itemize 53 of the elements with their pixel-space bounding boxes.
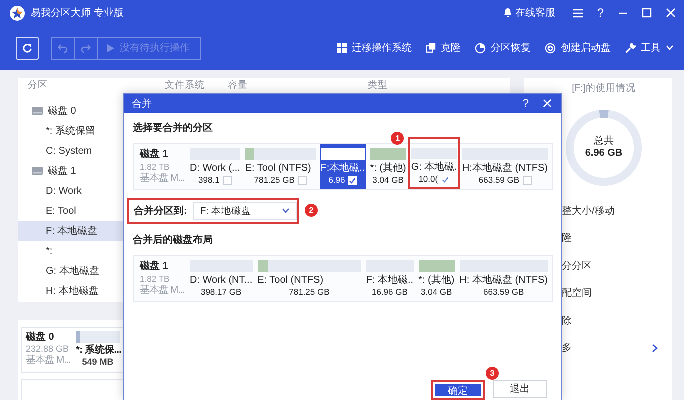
partition-label: D: Work (NT... bbox=[190, 275, 253, 287]
partition-size: 549 MB bbox=[81, 357, 115, 368]
partition-size: 781.25 GB bbox=[254, 175, 295, 186]
field-label: 合并分区到: bbox=[134, 204, 188, 218]
section-heading: 选择要合并的分区 bbox=[133, 122, 213, 136]
disk-name: 磁盘 0 bbox=[26, 331, 56, 344]
partition-size: 3.04 GB bbox=[421, 287, 452, 298]
partition-size: 398.1 bbox=[198, 175, 220, 186]
partition-label: *: bbox=[46, 246, 53, 256]
partition-label: D: Work bbox=[46, 186, 82, 196]
disk-label: 磁盘 0 bbox=[48, 105, 76, 118]
partition-size: 663.59 GB bbox=[478, 175, 520, 186]
partition-label: E: Tool (NTFS) bbox=[245, 163, 312, 175]
app-title: 易我分区大师 专业版 bbox=[31, 6, 124, 20]
column-header: 文件系统 bbox=[165, 80, 205, 93]
partition-label: D: Work (... bbox=[190, 163, 240, 175]
partition-label: G: 本地磁. bbox=[411, 162, 458, 174]
disk-size: 1.82 TB bbox=[140, 162, 171, 172]
total-label: 总共 bbox=[594, 136, 614, 148]
step-badge: 3 bbox=[486, 367, 499, 380]
partition-size: 781.25 GB bbox=[289, 287, 330, 298]
partition-size: 16.96 GB bbox=[372, 287, 408, 298]
step-badge: 1 bbox=[391, 132, 404, 145]
column-header: 类型 bbox=[368, 80, 388, 93]
disk-size: 1.82 TB bbox=[140, 274, 171, 284]
section-heading: 合并后的磁盘布局 bbox=[133, 234, 213, 248]
partition-label: *: (其他) bbox=[418, 275, 455, 287]
disk-name: 磁盘 1 bbox=[140, 260, 170, 274]
column-header: 容量 bbox=[228, 80, 248, 93]
disk-type: 基本盘 M... bbox=[26, 355, 72, 367]
step-badge: 2 bbox=[305, 204, 318, 217]
partition-label: F:本地磁.. bbox=[320, 163, 366, 175]
partition-size: 398.17 GB bbox=[200, 287, 242, 298]
dialog-title: 合并 bbox=[132, 98, 153, 110]
partition-label: F: 本地磁.. bbox=[366, 275, 414, 287]
partition-size: 3.04 GB bbox=[372, 175, 404, 186]
partition-label: *: (其他) bbox=[370, 163, 406, 175]
column-header: 分区 bbox=[28, 80, 48, 93]
partition-label: *: 系统保... bbox=[76, 345, 120, 357]
partition-label: E: Tool (NTFS) bbox=[258, 275, 325, 287]
partition-label: F: 本地磁盘 bbox=[46, 224, 98, 238]
partition-size: 6.96 bbox=[328, 175, 346, 186]
disk-name: 磁盘 1 bbox=[140, 148, 170, 162]
partition-size: 10.0( bbox=[418, 174, 438, 185]
disk-label: 磁盘 1 bbox=[48, 165, 76, 178]
partition-size: 663.59 GB bbox=[484, 287, 524, 298]
disk-size: 232.88 GB bbox=[26, 344, 70, 354]
partition-label: H: 本地磁盘 (NTFS) bbox=[460, 275, 548, 287]
partition-label: H:本地磁盘 (NTFS) bbox=[462, 163, 548, 175]
disk-type: 基本盘 M... bbox=[140, 173, 186, 185]
disk-type: 基本盘 M... bbox=[140, 285, 186, 297]
usage-title: [F:]的使用情况 bbox=[572, 82, 636, 95]
total-value: 6.96 GB bbox=[585, 148, 623, 160]
